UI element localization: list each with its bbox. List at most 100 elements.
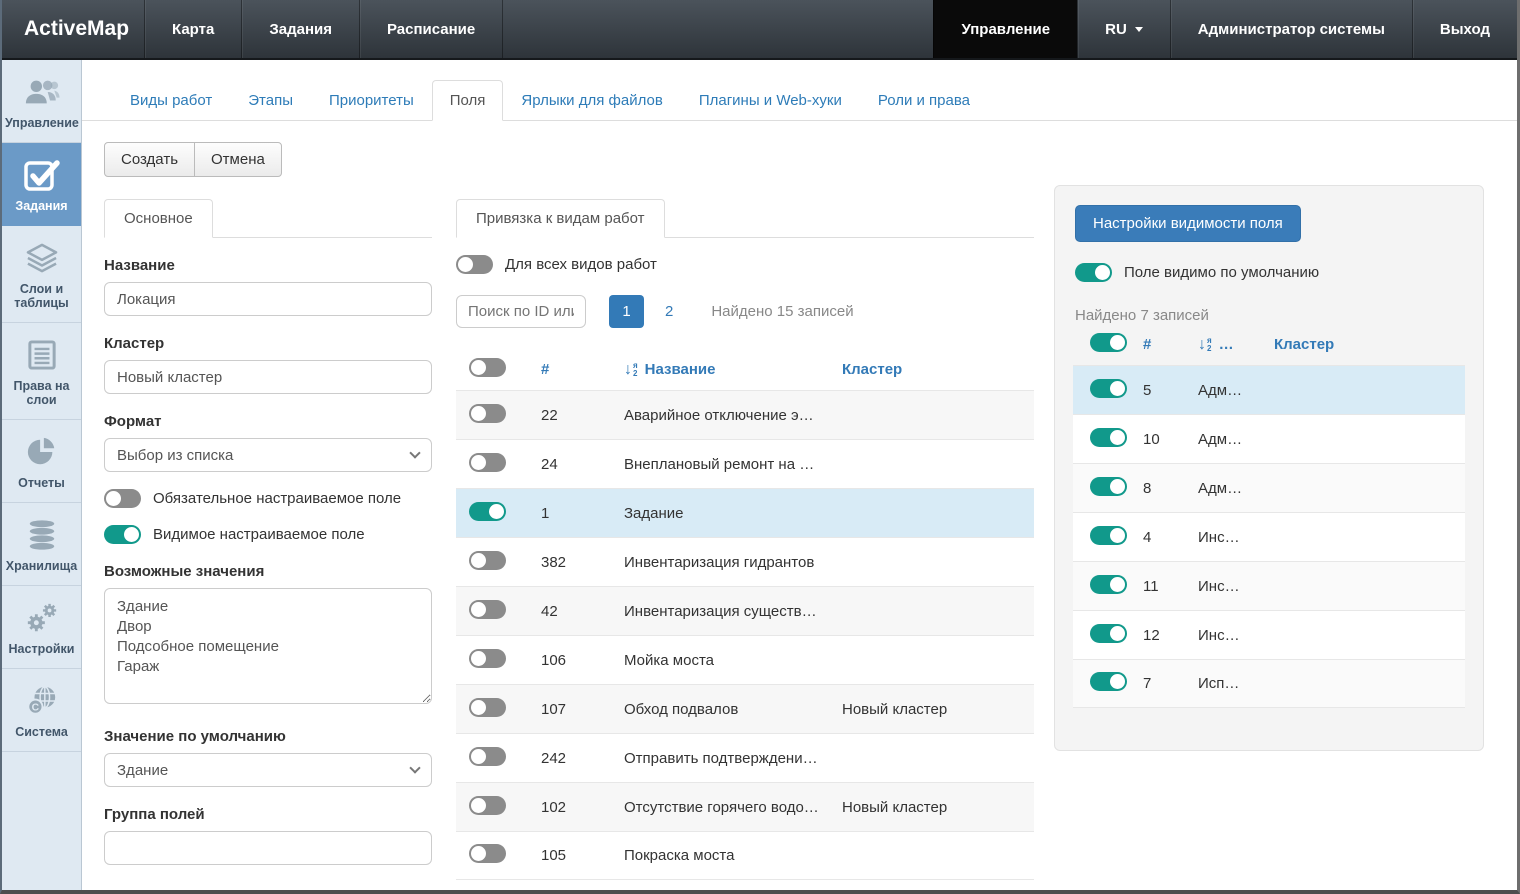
possible-values-textarea[interactable]: Здание Двор Подсобное помещение Гараж [104,588,432,704]
work-type-row[interactable]: 22Аварийное отключение э… [456,390,1034,439]
row-toggle[interactable] [469,796,506,815]
top-nav-label: RU [1105,21,1127,38]
row-toggle[interactable] [1090,477,1127,496]
row-toggle[interactable] [469,502,506,521]
name-input[interactable] [104,282,432,316]
tab-stages[interactable]: Этапы [230,80,311,121]
work-type-row[interactable]: 42Инвентаризация существ… [456,586,1034,635]
visibility-table-header: # ↓я2 … Кластер [1073,324,1465,365]
work-type-row[interactable]: 1Задание [456,488,1034,537]
tab-work-types-binding[interactable]: Привязка к видам работ [456,199,665,238]
toggle-knob [471,602,486,617]
row-toggle[interactable] [1090,379,1127,398]
header-cluster[interactable]: Кластер [842,361,1034,378]
work-type-row[interactable]: 382Инвентаризация гидрантов [456,537,1034,586]
tab-file-labels[interactable]: Ярлыки для файлов [503,80,680,121]
cancel-button[interactable]: Отмена [194,142,282,177]
row-toggle[interactable] [469,600,506,619]
top-nav-management[interactable]: Управление [933,0,1077,58]
work-type-row[interactable]: 106Мойка моста [456,635,1034,684]
row-toggle[interactable] [469,404,506,423]
row-toggle[interactable] [469,453,506,472]
top-nav-map[interactable]: Карта [144,0,241,58]
visibility-settings-button[interactable]: Настройки видимости поля [1075,205,1301,242]
sidebar-item-system[interactable]: CСистема [2,669,81,752]
work-type-row[interactable]: 24Внеплановый ремонт на … [456,439,1034,488]
header-cluster[interactable]: Кластер [1274,336,1465,353]
top-nav-tasks[interactable]: Задания [241,0,359,58]
visibility-row[interactable]: 8Адм… [1073,463,1465,512]
name-label: Название [104,257,432,274]
sidebar-item-reports[interactable]: Отчеты [2,420,81,503]
search-input[interactable] [456,295,586,328]
page-button-2[interactable]: 2 [665,303,673,320]
row-name: Инс… [1198,578,1274,595]
tab-plugins[interactable]: Плагины и Web-хуки [681,80,860,121]
select-all-toggle[interactable] [1090,333,1127,352]
row-name: Инвентаризация существ… [624,603,842,620]
cluster-label: Кластер [104,335,432,352]
cluster-input[interactable] [104,360,432,394]
row-id: 107 [541,701,624,718]
sidebar-item-management[interactable]: Управление [2,60,81,143]
top-nav-language[interactable]: RU [1077,0,1170,58]
visibility-row[interactable]: 10Адм… [1073,414,1465,463]
header-number[interactable]: # [541,361,624,378]
binding-table-body: 22Аварийное отключение э…24Внеплановый р… [456,390,1034,880]
header-name[interactable]: … [1219,336,1234,353]
visible-field-toggle[interactable] [104,525,141,544]
toggle-knob [1110,528,1125,543]
row-toggle[interactable] [1090,672,1127,691]
tab-roles[interactable]: Роли и права [860,80,988,121]
row-toggle[interactable] [469,747,506,766]
page-button-1[interactable]: 1 [609,295,644,328]
row-toggle[interactable] [469,551,506,570]
field-group-input[interactable] [104,831,432,865]
row-toggle[interactable] [1090,624,1127,643]
all-work-types-label: Для всех видов работ [505,256,657,273]
all-work-types-toggle[interactable] [456,255,493,274]
required-field-toggle[interactable] [104,489,141,508]
work-type-row[interactable]: 105Покраска моста [456,831,1034,880]
top-nav-logout[interactable]: Выход [1412,0,1517,58]
pagination: 12 [586,295,673,328]
top-nav-label: Карта [172,21,214,38]
row-toggle[interactable] [1090,428,1127,447]
work-type-row[interactable]: 242Отправить подтверждени… [456,733,1034,782]
row-toggle[interactable] [469,698,506,717]
top-nav-schedule[interactable]: Расписание [359,0,503,58]
visibility-row[interactable]: 7Исп… [1073,659,1465,708]
row-toggle[interactable] [469,844,506,863]
default-value-select[interactable]: Здание [104,753,432,787]
row-toggle[interactable] [1090,575,1127,594]
tab-priorities[interactable]: Приоритеты [311,80,432,121]
select-all-toggle[interactable] [469,358,506,377]
create-button[interactable]: Создать [104,142,195,177]
app-logo[interactable]: ActiveMap [2,0,144,58]
sidebar-item-tasks[interactable]: Задания [2,143,81,226]
visibility-row[interactable]: 11Инс… [1073,561,1465,610]
work-type-row[interactable]: 102Отсутствие горячего водо…Новый класте… [456,782,1034,831]
tab-fields[interactable]: Поля [432,80,504,121]
tab-main[interactable]: Основное [104,199,213,238]
work-type-row[interactable]: 107Обход подваловНовый кластер [456,684,1034,733]
sidebar-item-storages[interactable]: Хранилища [2,503,81,586]
visibility-row[interactable]: 4Инс… [1073,512,1465,561]
header-name[interactable]: Название [645,361,716,378]
format-select[interactable]: Выбор из списка [104,438,432,472]
visible-by-default-toggle[interactable] [1075,263,1112,282]
sidebar-item-layer-rights[interactable]: Права на слои [2,323,81,420]
row-toggle[interactable] [469,649,506,668]
sidebar-item-settings[interactable]: Настройки [2,586,81,669]
top-nav-user[interactable]: Администратор системы [1170,0,1412,58]
visibility-row[interactable]: 5Адм… [1073,365,1465,414]
row-name: Инс… [1198,529,1274,546]
sidebar-item-layers[interactable]: Слои и таблицы [2,226,81,323]
header-number[interactable]: # [1143,336,1198,353]
binding-tabbar: Привязка к видам работ [456,199,1034,238]
visibility-row[interactable]: 12Инс… [1073,610,1465,659]
tab-work-types[interactable]: Виды работ [112,80,230,121]
row-id: 10 [1143,431,1198,448]
row-name: Исп… [1198,675,1274,692]
row-toggle[interactable] [1090,526,1127,545]
